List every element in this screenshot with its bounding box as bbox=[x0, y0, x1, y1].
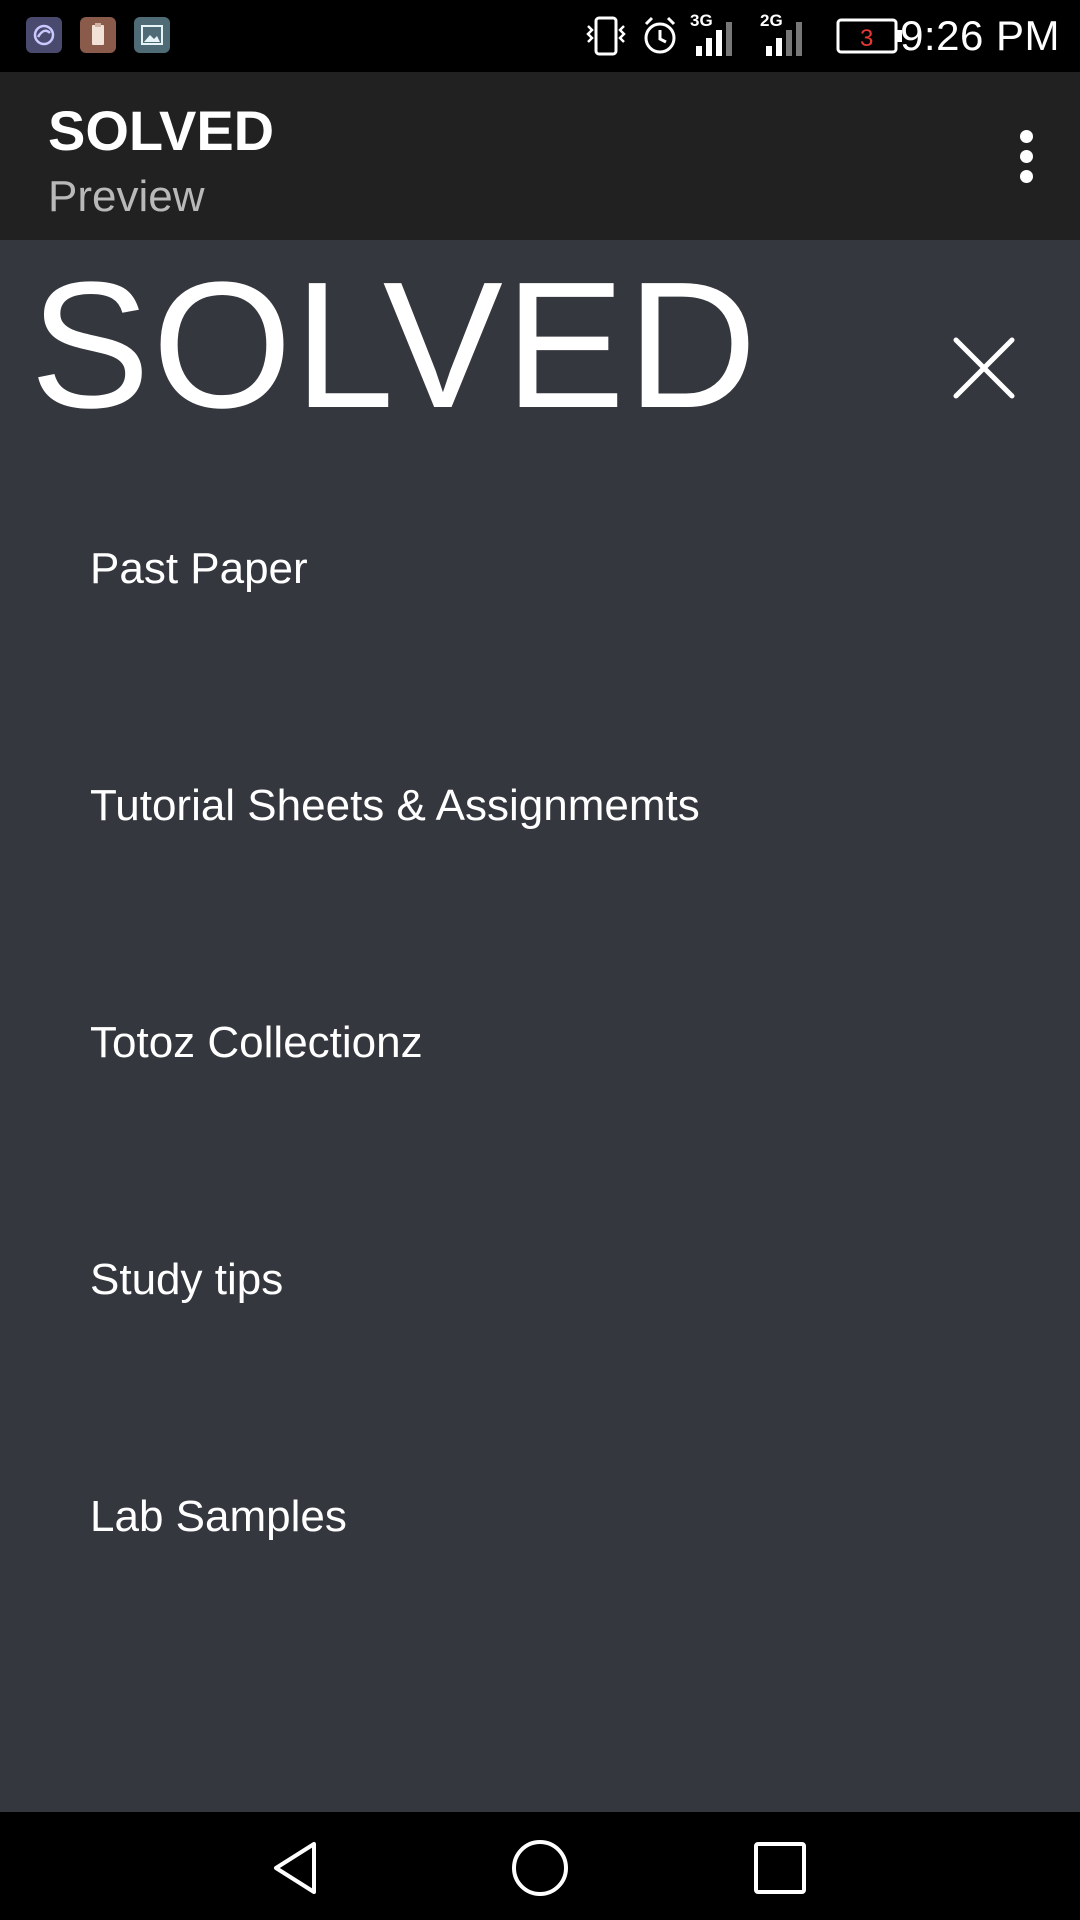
more-options-button[interactable] bbox=[992, 122, 1060, 190]
menu-item-lab-samples[interactable]: Lab Samples bbox=[90, 1492, 347, 1542]
signal-2g-icon: 2G bbox=[760, 12, 802, 56]
close-icon bbox=[953, 337, 1015, 399]
menu-item-tutorial-sheets[interactable]: Tutorial Sheets & Assignmemts bbox=[90, 781, 700, 831]
home-button[interactable] bbox=[508, 1836, 572, 1900]
system-nav-bar bbox=[0, 1812, 1080, 1920]
menu-panel: SOLVED Past Paper Tutorial Sheets & Assi… bbox=[0, 240, 1080, 1812]
menu-item-study-tips[interactable]: Study tips bbox=[90, 1255, 283, 1305]
clipboard-icon bbox=[80, 17, 116, 53]
back-button[interactable] bbox=[268, 1836, 332, 1900]
status-time: 9:26 PM bbox=[900, 12, 1060, 59]
svg-text:3G: 3G bbox=[690, 12, 713, 30]
close-button[interactable] bbox=[946, 330, 1022, 406]
signal-3g-icon: 3G bbox=[690, 12, 732, 56]
home-icon bbox=[512, 1840, 568, 1896]
toolbar-title: SOLVED bbox=[48, 99, 275, 162]
recents-icon bbox=[754, 1842, 806, 1894]
toolbar-subtitle: Preview bbox=[48, 172, 205, 221]
alarm-icon bbox=[644, 16, 676, 54]
status-bar: 3G 2G 3 9:26 PM bbox=[0, 0, 1080, 72]
menu-item-past-paper[interactable]: Past Paper bbox=[90, 544, 308, 594]
more-vert-icon bbox=[1020, 130, 1033, 143]
battery-icon: 3 bbox=[836, 18, 902, 54]
back-icon bbox=[274, 1842, 316, 1894]
app-toolbar: SOLVED Preview bbox=[0, 72, 1080, 240]
svg-text:3: 3 bbox=[860, 25, 873, 52]
menu-item-totoz-collectionz[interactable]: Totoz Collectionz bbox=[90, 1018, 423, 1068]
recents-button[interactable] bbox=[748, 1836, 812, 1900]
vibrate-icon bbox=[586, 16, 626, 56]
menu-brand-title: SOLVED bbox=[30, 245, 759, 446]
gallery-icon bbox=[134, 17, 170, 53]
app-notification-icon bbox=[26, 17, 62, 53]
svg-text:2G: 2G bbox=[760, 12, 783, 30]
